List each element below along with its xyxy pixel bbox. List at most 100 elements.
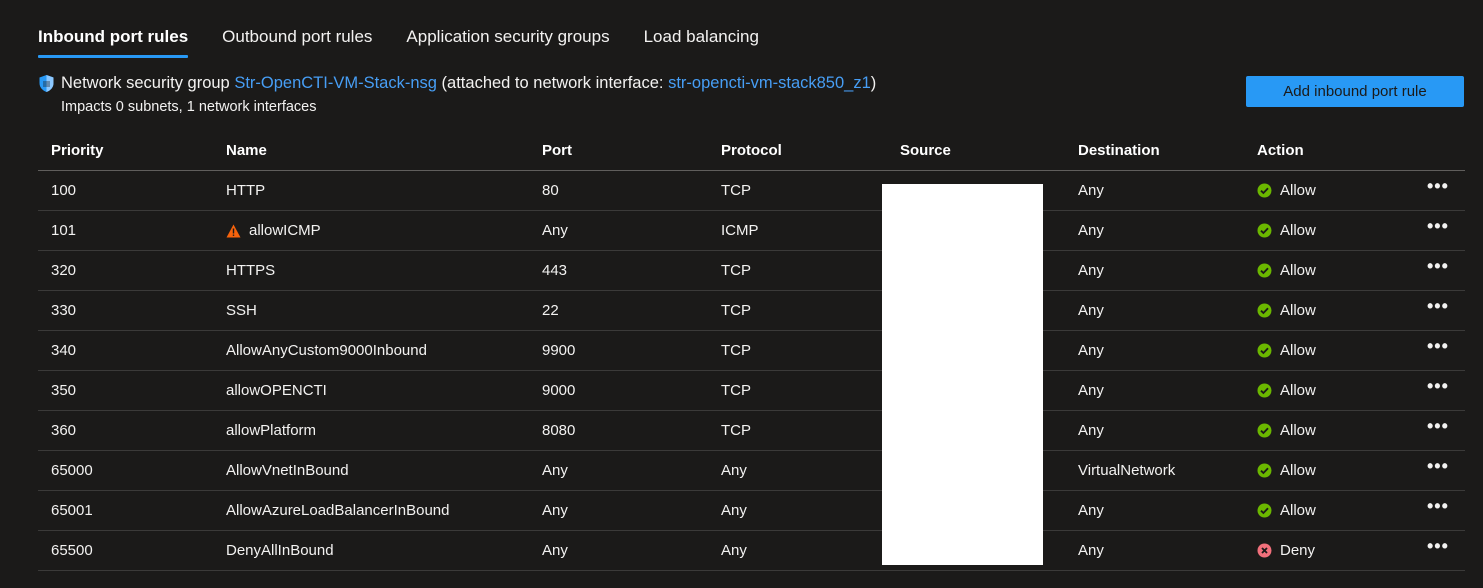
tab-load-balancing[interactable]: Load balancing xyxy=(644,26,759,58)
table-row[interactable]: 65001 AllowAzureLoadBalancerInBound Any Any… xyxy=(38,491,1465,531)
allow-icon xyxy=(1257,223,1272,238)
tab-bar: Inbound port rules Outbound port rules A… xyxy=(38,26,793,58)
column-header-action[interactable]: Action xyxy=(1257,130,1304,170)
cell-destination: Any xyxy=(1078,262,1104,279)
cell-protocol: TCP xyxy=(721,382,751,399)
rule-name: AllowAzureLoadBalancerInBound xyxy=(226,502,450,519)
table-row[interactable]: 340 AllowAnyCustom9000Inbound 9900 TCP Any Al… xyxy=(38,331,1465,371)
rule-name: DenyAllInBound xyxy=(226,542,334,559)
table-row[interactable]: 350 allowOPENCTI 9000 TCP Any Allow ••• xyxy=(38,371,1465,411)
cell-action: Allow xyxy=(1257,411,1316,450)
attached-suffix: ) xyxy=(870,74,877,92)
nsg-name-link[interactable]: Str-OpenCTI-VM-Stack-nsg xyxy=(234,74,437,93)
allow-icon xyxy=(1257,183,1272,198)
more-options-button[interactable]: ••• xyxy=(1427,247,1449,286)
cell-port: 22 xyxy=(542,302,559,319)
cell-action: Allow xyxy=(1257,491,1316,530)
cell-destination: Any xyxy=(1078,302,1104,319)
cell-action: Allow xyxy=(1257,331,1316,370)
action-label: Allow xyxy=(1280,302,1316,319)
cell-action: Allow xyxy=(1257,211,1316,250)
cell-protocol: ICMP xyxy=(721,222,759,239)
cell-priority: 340 xyxy=(51,342,77,359)
table-row[interactable]: 101 allowICMP Any ICMP Any Allow ••• xyxy=(38,211,1465,251)
action-label: Allow xyxy=(1280,262,1316,279)
rule-name: AllowAnyCustom9000Inbound xyxy=(226,342,427,359)
cell-protocol: Any xyxy=(721,502,747,519)
cell-priority: 360 xyxy=(51,422,77,439)
allow-icon xyxy=(1257,423,1272,438)
table-row[interactable]: 65000 AllowVnetInBound Any Any VirtualNetwor… xyxy=(38,451,1465,491)
cell-name: SSH xyxy=(226,291,257,330)
column-header-name[interactable]: Name xyxy=(226,130,267,170)
cell-port: Any xyxy=(542,542,568,559)
cell-destination: Any xyxy=(1078,182,1104,199)
cell-port: 9900 xyxy=(542,342,576,359)
cell-destination: Any xyxy=(1078,222,1104,239)
cell-protocol: Any xyxy=(721,542,747,559)
warning-icon xyxy=(226,224,241,238)
action-label: Allow xyxy=(1280,382,1316,399)
attached-prefix: (attached to network interface: xyxy=(441,74,664,92)
cell-action: Deny xyxy=(1257,531,1315,570)
column-header-source[interactable]: Source xyxy=(900,130,951,170)
add-inbound-port-rule-button[interactable]: Add inbound port rule xyxy=(1246,76,1464,107)
table-row[interactable]: 65500 DenyAllInBound Any Any Any Deny ••• xyxy=(38,531,1465,571)
nsg-inbound-rules-page: Inbound port rules Outbound port rules A… xyxy=(0,0,1483,588)
redacted-source-column xyxy=(882,184,1043,565)
network-interface-link[interactable]: str-opencti-vm-stack850_z1 xyxy=(668,74,871,93)
table-header: Priority Name Port Protocol Source Desti… xyxy=(38,130,1465,171)
cell-protocol: Any xyxy=(721,462,747,479)
cell-priority: 65500 xyxy=(51,542,93,559)
cell-name: HTTP xyxy=(226,171,265,210)
cell-action: Allow xyxy=(1257,291,1316,330)
cell-priority: 100 xyxy=(51,182,77,199)
cell-name: HTTPS xyxy=(226,251,275,290)
cell-action: Allow xyxy=(1257,171,1316,210)
action-label: Deny xyxy=(1280,542,1316,559)
cell-name: allowICMP xyxy=(226,211,321,250)
cell-priority: 350 xyxy=(51,382,77,399)
cell-priority: 65001 xyxy=(51,502,93,519)
tab-application-security-groups[interactable]: Application security groups xyxy=(406,26,609,58)
cell-name: AllowAzureLoadBalancerInBound xyxy=(226,491,449,530)
more-options-button[interactable]: ••• xyxy=(1427,527,1449,566)
table-row[interactable]: 360 allowPlatform 8080 TCP Any Allow ••• xyxy=(38,411,1465,451)
tab-inbound-port-rules[interactable]: Inbound port rules xyxy=(38,26,189,58)
cell-action: Allow xyxy=(1257,371,1316,410)
more-options-button[interactable]: ••• xyxy=(1427,207,1449,246)
cell-priority: 65000 xyxy=(51,462,93,479)
cell-action: Allow xyxy=(1257,451,1316,490)
action-label: Allow xyxy=(1280,182,1316,199)
more-options-button[interactable]: ••• xyxy=(1427,487,1449,526)
cell-name: AllowAnyCustom9000Inbound xyxy=(226,331,427,370)
column-header-priority[interactable]: Priority xyxy=(51,130,104,170)
cell-port: Any xyxy=(542,502,568,519)
cell-destination: VirtualNetwork xyxy=(1078,462,1176,479)
allow-icon xyxy=(1257,263,1272,278)
table-row[interactable]: 100 HTTP 80 TCP Any Allow ••• xyxy=(38,171,1465,211)
allow-icon xyxy=(1257,503,1272,518)
more-options-button[interactable]: ••• xyxy=(1427,327,1449,366)
column-header-port[interactable]: Port xyxy=(542,130,572,170)
more-options-button[interactable]: ••• xyxy=(1427,287,1449,326)
column-header-protocol[interactable]: Protocol xyxy=(721,130,782,170)
more-options-button[interactable]: ••• xyxy=(1427,167,1449,206)
cell-port: Any xyxy=(542,462,568,479)
cell-name: AllowVnetInBound xyxy=(226,451,349,490)
more-options-button[interactable]: ••• xyxy=(1427,447,1449,486)
action-label: Allow xyxy=(1280,222,1316,239)
column-header-destination[interactable]: Destination xyxy=(1078,130,1160,170)
cell-destination: Any xyxy=(1078,342,1104,359)
cell-priority: 330 xyxy=(51,302,77,319)
cell-priority: 101 xyxy=(51,222,77,239)
cell-port: 9000 xyxy=(542,382,576,399)
action-label: Allow xyxy=(1280,342,1316,359)
more-options-button[interactable]: ••• xyxy=(1427,367,1449,406)
impacts-text: Impacts 0 subnets, 1 network interfaces xyxy=(61,99,317,115)
more-options-button[interactable]: ••• xyxy=(1427,407,1449,446)
table-row[interactable]: 320 HTTPS 443 TCP Any Allow ••• xyxy=(38,251,1465,291)
tab-outbound-port-rules[interactable]: Outbound port rules xyxy=(222,26,372,58)
table-row[interactable]: 330 SSH 22 TCP Any Allow ••• xyxy=(38,291,1465,331)
action-label: Allow xyxy=(1280,462,1316,479)
